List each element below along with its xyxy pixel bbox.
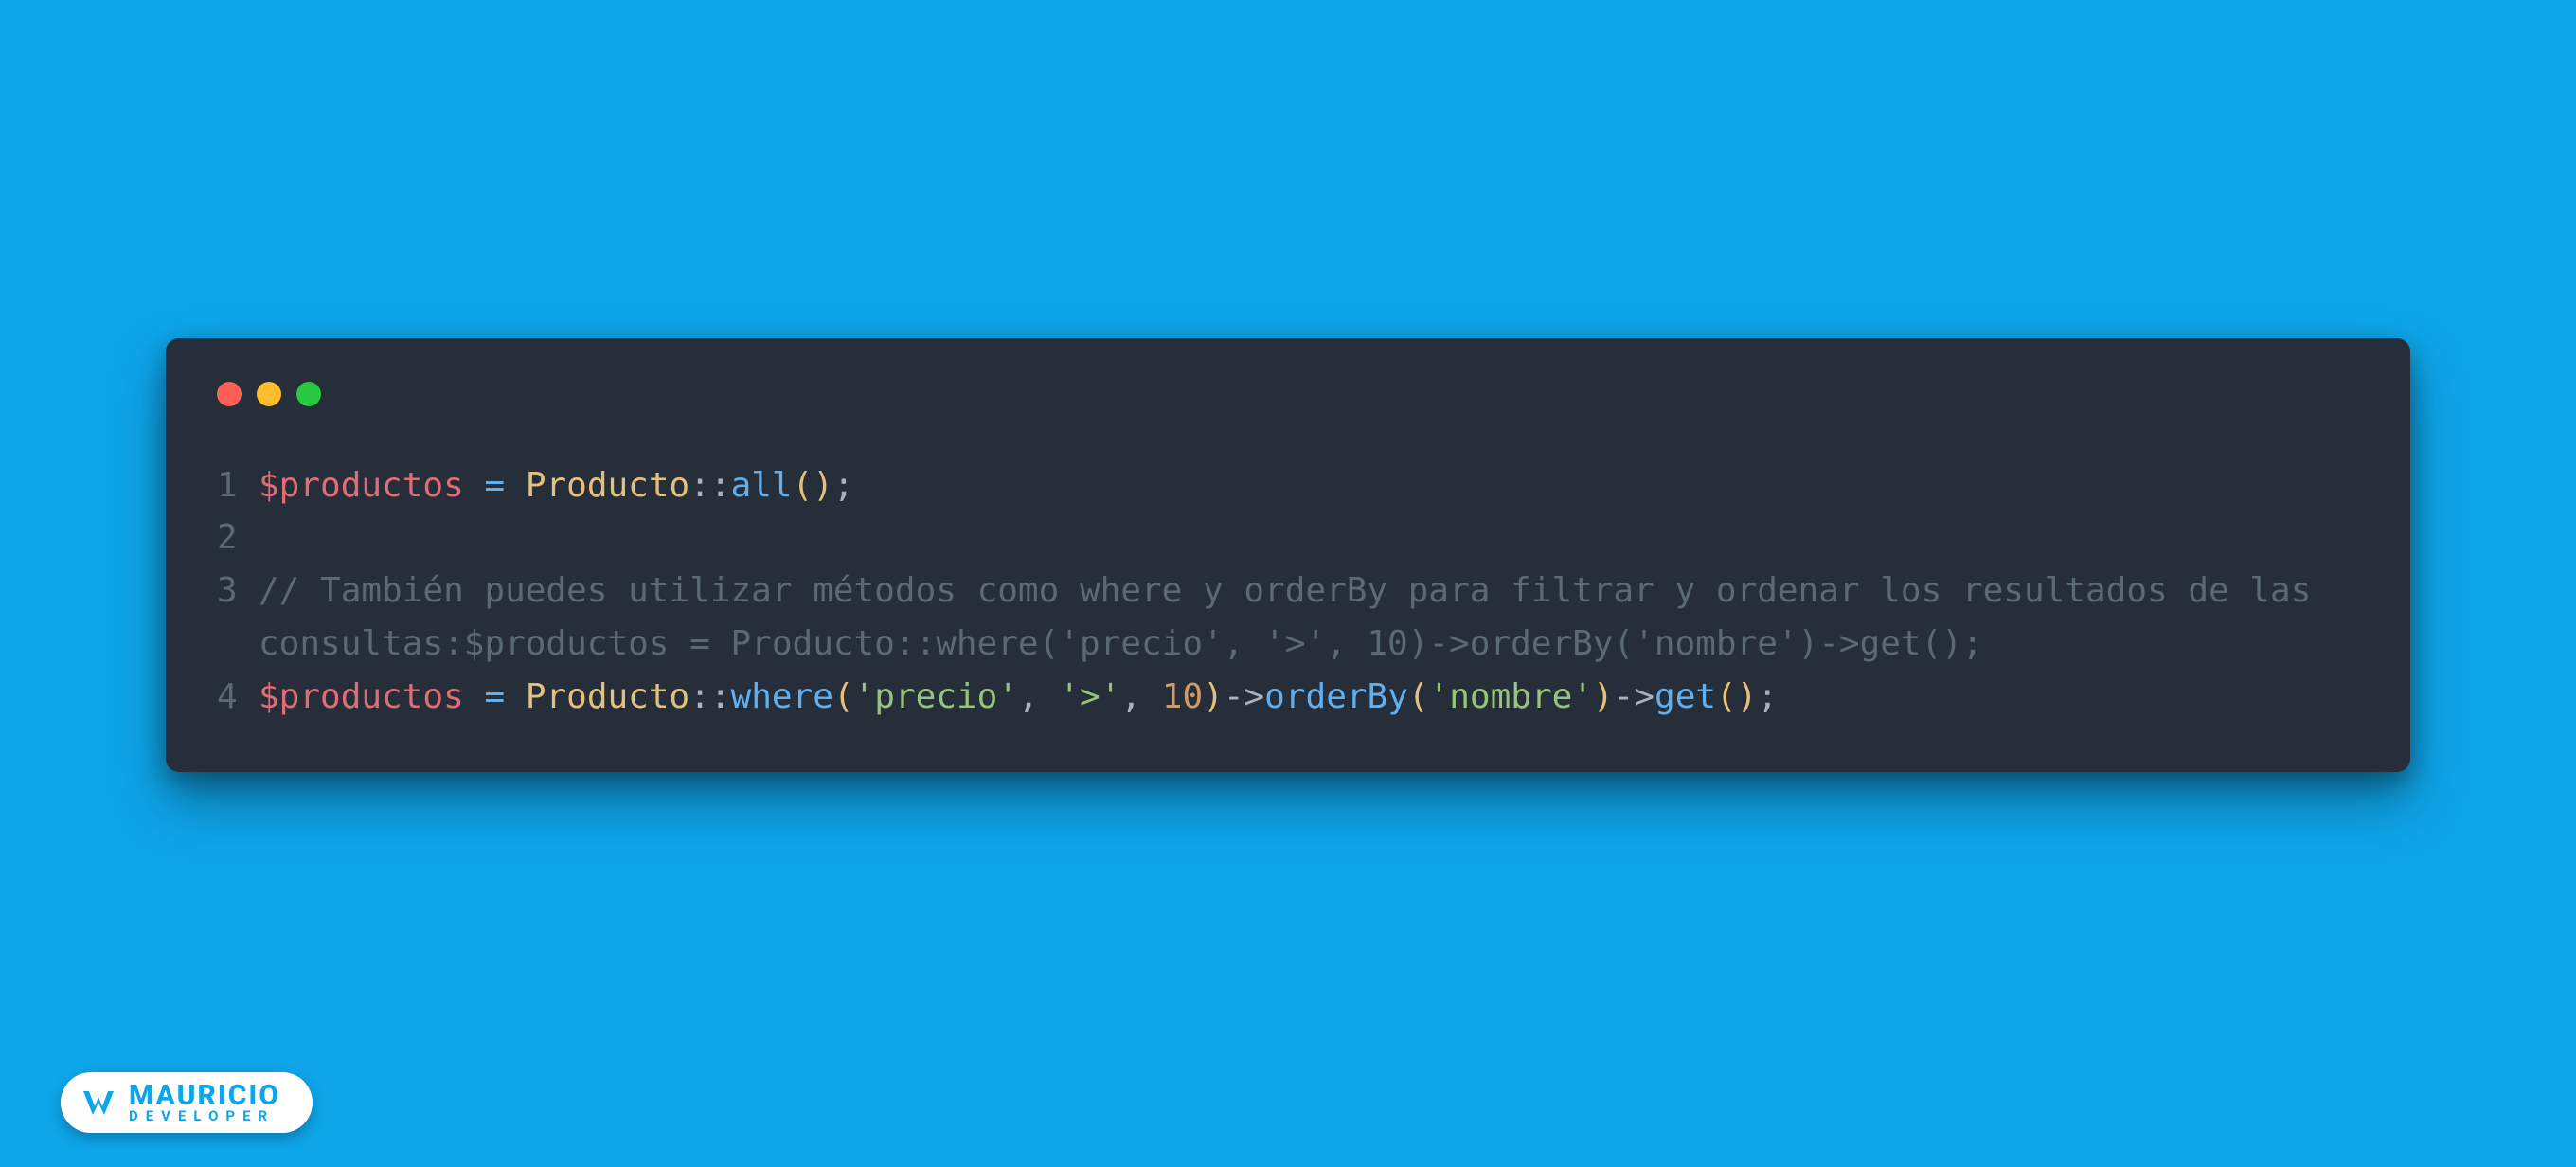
author-badge-text: MAURICIO DEVELOPER xyxy=(129,1082,280,1123)
code-token: // También puedes utilizar métodos como … xyxy=(259,571,2311,663)
minimize-dot-icon xyxy=(257,382,281,406)
code-token: $productos xyxy=(259,466,464,505)
close-dot-icon xyxy=(217,382,242,406)
code-token: :: xyxy=(689,677,730,716)
code-token: all xyxy=(731,466,793,505)
author-badge: MAURICIO DEVELOPER xyxy=(61,1072,313,1133)
zoom-dot-icon xyxy=(296,382,321,406)
line-content: // También puedes utilizar métodos como … xyxy=(259,565,2359,671)
line-number: 3 xyxy=(217,565,259,618)
code-token: ; xyxy=(833,466,854,505)
code-block: 1$productos = Producto::all();2 3// Tamb… xyxy=(217,459,2359,724)
code-token: , xyxy=(1120,677,1161,716)
code-token xyxy=(505,677,526,716)
code-token: ( xyxy=(833,677,854,716)
code-token: () xyxy=(1716,677,1757,716)
code-line: 1$productos = Producto::all(); xyxy=(217,459,2359,512)
code-token xyxy=(464,466,485,505)
code-token xyxy=(464,677,485,716)
code-token: () xyxy=(793,466,833,505)
code-token: -> xyxy=(1614,677,1655,716)
author-title: DEVELOPER xyxy=(129,1109,280,1123)
code-window: 1$productos = Producto::all();2 3// Tamb… xyxy=(166,338,2410,773)
code-token: '>' xyxy=(1059,677,1120,716)
code-token: get xyxy=(1655,677,1716,716)
code-token: ) xyxy=(1593,677,1614,716)
code-token: :: xyxy=(689,466,730,505)
code-token: , xyxy=(1018,677,1059,716)
code-token: orderBy xyxy=(1264,677,1408,716)
code-token: = xyxy=(484,466,505,505)
code-token: Producto xyxy=(526,677,689,716)
line-content xyxy=(259,512,2359,565)
line-number: 4 xyxy=(217,671,259,724)
line-content: $productos = Producto::all(); xyxy=(259,459,2359,512)
code-token: ; xyxy=(1757,677,1778,716)
code-token: 10 xyxy=(1162,677,1203,716)
code-token: Producto xyxy=(526,466,689,505)
window-traffic-lights xyxy=(217,382,2359,406)
code-token: 'precio' xyxy=(854,677,1018,716)
code-token: ) xyxy=(1203,677,1224,716)
line-number: 2 xyxy=(217,512,259,565)
line-content: $productos = Producto::where('precio', '… xyxy=(259,671,2359,724)
code-token xyxy=(505,466,526,505)
code-line: 4$productos = Producto::where('precio', … xyxy=(217,671,2359,724)
code-token: = xyxy=(484,677,505,716)
code-token: where xyxy=(731,677,833,716)
code-token: 'nombre' xyxy=(1429,677,1593,716)
line-number: 1 xyxy=(217,459,259,512)
code-line: 2 xyxy=(217,512,2359,565)
code-line: 3// También puedes utilizar métodos como… xyxy=(217,565,2359,671)
code-token: -> xyxy=(1224,677,1264,716)
logo-mark-icon xyxy=(80,1084,117,1122)
code-token: ( xyxy=(1408,677,1429,716)
code-token: $productos xyxy=(259,677,464,716)
